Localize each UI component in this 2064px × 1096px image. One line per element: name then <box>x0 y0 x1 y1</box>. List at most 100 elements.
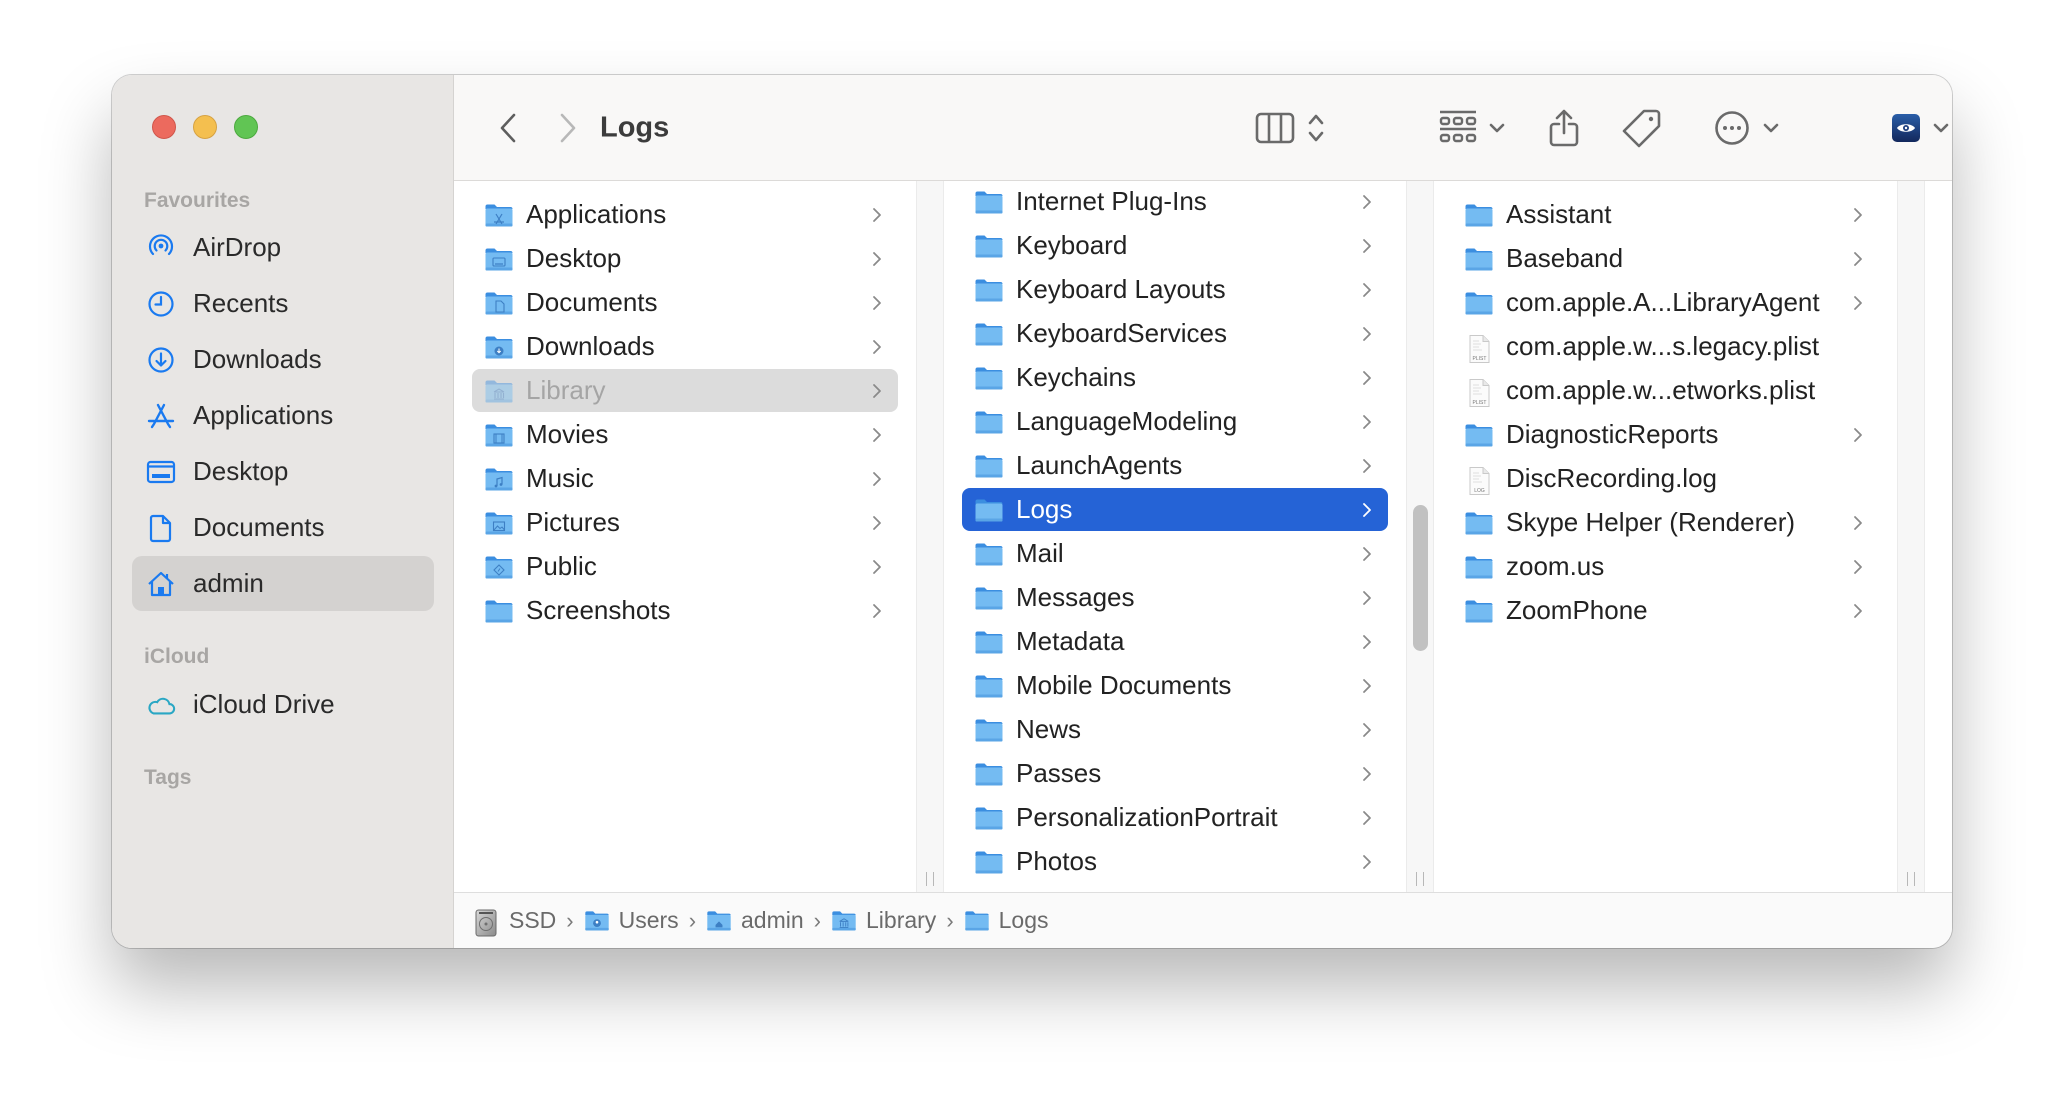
folder-row[interactable]: Downloads <box>472 325 898 368</box>
chevron-right-icon <box>1360 238 1374 254</box>
item-name: com.apple.A...LibraryAgent <box>1506 287 1820 317</box>
folder-icon <box>484 598 514 624</box>
chevron-right-icon <box>870 251 884 267</box>
sidebar-item-downloads[interactable]: Downloads <box>132 332 434 387</box>
chevron-right-icon <box>870 559 884 575</box>
sidebar-item-admin[interactable]: admin <box>132 556 434 611</box>
file-row[interactable]: PLIST com.apple.w...etworks.plist <box>1452 369 1879 412</box>
path-separator-icon: › <box>688 907 697 933</box>
path-item[interactable]: admin <box>706 907 804 934</box>
sidebar-item-airdrop[interactable]: AirDrop <box>132 220 434 275</box>
close-window-button[interactable] <box>152 115 176 139</box>
folder-icon <box>1464 290 1494 316</box>
back-button[interactable] <box>490 108 526 148</box>
zoom-window-button[interactable] <box>234 115 258 139</box>
folder-row[interactable]: zoom.us <box>1452 545 1879 588</box>
folder-row[interactable]: Desktop <box>472 237 898 280</box>
folder-row[interactable]: Public <box>472 545 898 588</box>
folder-row[interactable]: Keyboard Layouts <box>962 268 1388 311</box>
path-bar: SSD › Users › admin › Library › Logs <box>454 892 1952 948</box>
chevron-right-icon <box>1360 766 1374 782</box>
folder-row[interactable]: Music <box>472 457 898 500</box>
folder-row[interactable]: Keychains <box>962 356 1388 399</box>
folder-row[interactable]: Pictures <box>472 501 898 544</box>
item-name: KeyboardServices <box>1016 318 1227 348</box>
folder-row[interactable]: Messages <box>962 576 1388 619</box>
folder-row[interactable]: PersonalizationPortrait <box>962 796 1388 839</box>
folder-row[interactable]: Internet Plug-Ins <box>962 181 1388 223</box>
more-actions-button[interactable] <box>1710 103 1784 153</box>
folder-row[interactable]: Logs <box>962 488 1388 531</box>
folder-row[interactable]: com.apple.A...LibraryAgent <box>1452 281 1879 324</box>
folder-row[interactable]: Keyboard <box>962 224 1388 267</box>
folder-row[interactable]: News <box>962 708 1388 751</box>
folder-row[interactable]: Applications <box>472 193 898 236</box>
sidebar-item-recents[interactable]: Recents <box>132 276 434 331</box>
share-icon <box>1549 109 1579 146</box>
sidebar-item-applications[interactable]: Applications <box>132 388 434 443</box>
chevron-down-icon <box>1489 123 1505 132</box>
document-icon <box>146 513 176 543</box>
item-name: com.apple.w...etworks.plist <box>1506 375 1816 405</box>
folder-row[interactable]: Movies <box>472 413 898 456</box>
folder-row[interactable]: LaunchAgents <box>962 444 1388 487</box>
folder-row[interactable]: Mobile Documents <box>962 664 1388 707</box>
folder-row[interactable]: Passes <box>962 752 1388 795</box>
chevron-right-icon <box>1360 854 1374 870</box>
folder-row[interactable]: Assistant <box>1452 193 1879 236</box>
folder-icon <box>484 202 514 228</box>
folder-row[interactable]: ZoomPhone <box>1452 589 1879 632</box>
folder-row[interactable]: DiagnosticReports <box>1452 413 1879 456</box>
folder-icon <box>964 909 990 933</box>
chevron-right-icon <box>1851 295 1865 311</box>
column-2-scrollbar[interactable] <box>1413 505 1428 651</box>
column-resize-handle[interactable] <box>916 181 944 892</box>
chevron-right-icon <box>870 471 884 487</box>
folder-icon <box>1464 510 1494 536</box>
svg-text:LOG: LOG <box>1474 488 1485 494</box>
folder-row[interactable]: Documents <box>472 281 898 324</box>
path-item[interactable]: Users <box>584 907 679 934</box>
folder-row[interactable]: LanguageModeling <box>962 400 1388 443</box>
file-row[interactable]: PLIST com.apple.w...s.legacy.plist <box>1452 325 1879 368</box>
folder-row[interactable]: Photos <box>962 840 1388 883</box>
view-mode-button[interactable] <box>1250 103 1330 153</box>
forward-button[interactable] <box>550 108 586 148</box>
chevron-right-icon <box>1360 590 1374 606</box>
folder-row[interactable]: Library <box>472 369 898 412</box>
folder-row[interactable]: Mail <box>962 532 1388 575</box>
folder-icon <box>974 541 1004 567</box>
folder-row[interactable]: Metadata <box>962 620 1388 663</box>
share-button[interactable] <box>1544 103 1584 153</box>
folder-row[interactable]: Screenshots <box>472 589 898 632</box>
column-resize-handle[interactable] <box>1897 181 1925 892</box>
tag-button[interactable] <box>1620 103 1664 153</box>
item-name: LanguageModeling <box>1016 406 1238 436</box>
path-item[interactable]: SSD <box>474 907 556 936</box>
folder-icon <box>974 365 1004 391</box>
folder-row[interactable]: Baseband <box>1452 237 1879 280</box>
resize-grip-icon <box>926 872 934 886</box>
minimize-window-button[interactable] <box>193 115 217 139</box>
column-resize-handle[interactable] <box>1406 181 1434 892</box>
sidebar-item-documents[interactable]: Documents <box>132 500 434 555</box>
up-down-chevron-icon <box>1308 114 1324 141</box>
group-grid-icon <box>1439 110 1477 142</box>
folder-icon <box>1464 422 1494 448</box>
path-item[interactable]: Logs <box>964 907 1049 934</box>
chevron-right-icon <box>1360 810 1374 826</box>
folder-row[interactable]: Skype Helper (Renderer) <box>1452 501 1879 544</box>
item-name: Music <box>526 463 594 493</box>
sidebar-item-desktop[interactable]: Desktop <box>132 444 434 499</box>
group-button[interactable] <box>1432 103 1512 153</box>
item-name: ZoomPhone <box>1506 595 1648 625</box>
item-name: Applications <box>526 199 667 229</box>
file-row[interactable]: LOG DiscRecording.log <box>1452 457 1879 500</box>
chevron-right-icon <box>1851 427 1865 443</box>
app-extension-button[interactable] <box>1886 103 1952 153</box>
sidebar-item-icloud-drive[interactable]: iCloud Drive <box>132 677 434 732</box>
path-item[interactable]: Library <box>831 907 936 934</box>
folder-row[interactable]: KeyboardServices <box>962 312 1388 355</box>
folder-icon <box>484 290 514 316</box>
folder-row[interactable]: PreferencePanes <box>962 884 1388 892</box>
